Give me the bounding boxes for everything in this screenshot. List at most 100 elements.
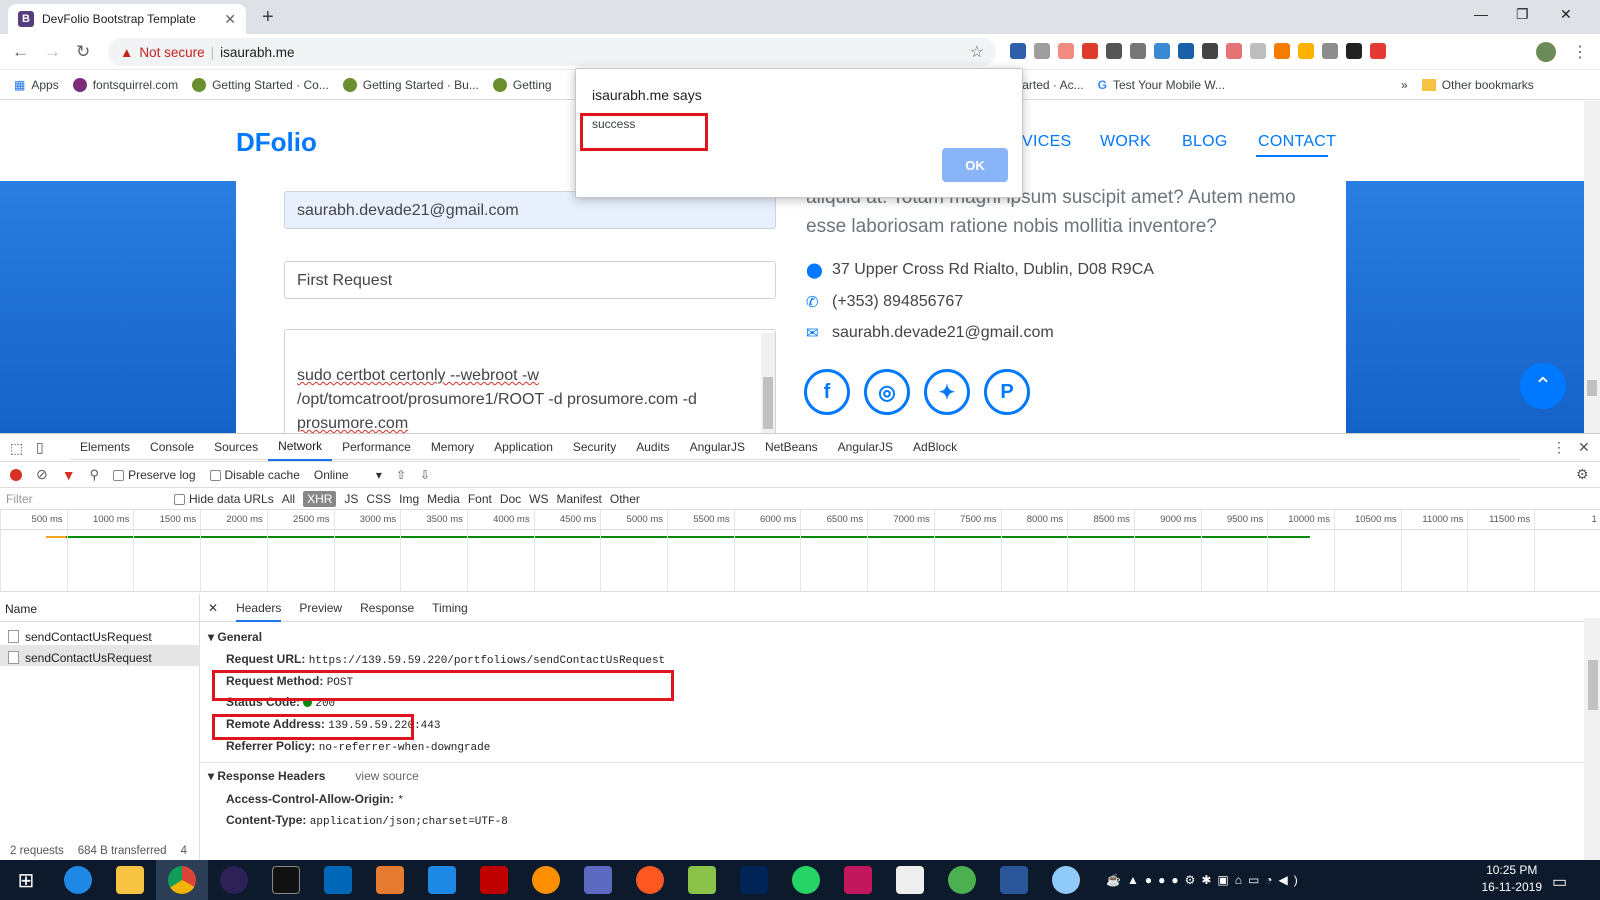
- taskbar-photos[interactable]: [884, 860, 936, 900]
- type-filter-doc[interactable]: Doc: [500, 492, 521, 506]
- type-filter-xhr[interactable]: XHR: [303, 490, 337, 507]
- adblock-extension-icon[interactable]: [1370, 43, 1386, 59]
- taskbar-word[interactable]: [988, 860, 1040, 900]
- warning-icon[interactable]: ▲: [120, 45, 133, 60]
- minimize-icon[interactable]: —: [1474, 6, 1488, 22]
- taskbar-whatsapp[interactable]: [780, 860, 832, 900]
- devtools-tab-adblock[interactable]: AdBlock: [903, 434, 967, 460]
- back-icon[interactable]: ←: [12, 42, 29, 62]
- type-filter-manifest[interactable]: Manifest: [557, 492, 602, 506]
- record-icon[interactable]: [10, 468, 22, 481]
- page-scroll-thumb[interactable]: [1587, 380, 1597, 396]
- filter-funnel-icon[interactable]: ▼: [62, 467, 76, 483]
- pinterest-icon[interactable]: P: [984, 369, 1030, 415]
- devtools-close-icon[interactable]: ✕: [1578, 439, 1590, 456]
- extension-icon[interactable]: [1034, 43, 1050, 59]
- window-close-icon[interactable]: ✕: [1560, 6, 1572, 23]
- taskbar-clock[interactable]: 10:25 PM 16-11-2019: [1482, 862, 1543, 896]
- preserve-log-checkbox[interactable]: Preserve log: [113, 468, 196, 482]
- devtools-tab-netbeans[interactable]: NetBeans: [755, 434, 828, 460]
- taskbar-app[interactable]: [572, 860, 624, 900]
- type-filter-css[interactable]: CSS: [366, 492, 391, 506]
- bookmark-other[interactable]: Other bookmarks: [1421, 78, 1534, 92]
- devtools-tab-network[interactable]: Network: [268, 433, 333, 461]
- message-textarea[interactable]: sudo certbot certonly --webroot -w /opt/…: [284, 329, 776, 433]
- disable-cache-checkbox[interactable]: Disable cache: [209, 468, 300, 482]
- system-tray-icons[interactable]: ☕▲●●●⚙✱▣⌂▭◔◀): [1106, 873, 1304, 887]
- address-bar[interactable]: ▲ Not secure | isaurabh.me ☆: [108, 38, 996, 66]
- devtools-tab-performance[interactable]: Performance: [332, 434, 421, 460]
- menu-kebab-icon[interactable]: ⋮: [1572, 42, 1588, 62]
- not-secure-label[interactable]: Not secure: [139, 45, 204, 60]
- angular-extension-icon[interactable]: [1082, 43, 1098, 59]
- export-har-icon[interactable]: ⇩: [420, 468, 430, 482]
- taskbar-cmd[interactable]: [260, 860, 312, 900]
- bookmark-star-icon[interactable]: ☆: [970, 42, 984, 62]
- start-button[interactable]: ⊞: [0, 860, 52, 900]
- extension-icon[interactable]: [1202, 43, 1218, 59]
- devtools-tab-audits[interactable]: Audits: [626, 434, 679, 460]
- detail-tab-preview[interactable]: Preview: [299, 601, 342, 615]
- taskbar-filezilla[interactable]: [468, 860, 520, 900]
- extension-icon[interactable]: [1106, 43, 1122, 59]
- twitter-icon[interactable]: ✦: [924, 369, 970, 415]
- extension-icon[interactable]: [1010, 43, 1026, 59]
- taskbar-app[interactable]: [832, 860, 884, 900]
- nav-contact[interactable]: CONTACT: [1258, 133, 1336, 151]
- bookmark-fontsquirrel[interactable]: fontsquirrel.com: [72, 77, 178, 92]
- detail-tab-timing[interactable]: Timing: [432, 601, 468, 615]
- bookmark-getting-started-1[interactable]: Getting Started · Co...: [192, 77, 329, 92]
- taskbar-paint[interactable]: [1040, 860, 1092, 900]
- bookmark-getting-started-3[interactable]: Getting: [492, 77, 552, 92]
- devtools-tab-memory[interactable]: Memory: [421, 434, 484, 460]
- clear-icon[interactable]: ⊘: [36, 466, 48, 483]
- devtools-tab-angularjs-2[interactable]: AngularJS: [828, 434, 903, 460]
- url-text[interactable]: isaurabh.me: [220, 45, 294, 60]
- filter-input[interactable]: Filter: [6, 492, 166, 506]
- extension-icon[interactable]: [1274, 43, 1290, 59]
- detail-scroll-thumb[interactable]: [1588, 660, 1598, 710]
- extension-icon[interactable]: [1346, 43, 1362, 59]
- taskbar-explorer[interactable]: [104, 860, 156, 900]
- extension-icon[interactable]: [1130, 43, 1146, 59]
- type-filter-all[interactable]: All: [282, 492, 295, 506]
- textarea-scroll-thumb[interactable]: [763, 377, 773, 429]
- devtools-tab-angularjs[interactable]: AngularJS: [680, 434, 755, 460]
- request-row[interactable]: sendContactUsRequest: [0, 624, 200, 645]
- close-detail-icon[interactable]: ✕: [208, 601, 218, 615]
- extension-icon[interactable]: [1058, 43, 1074, 59]
- devtools-menu-icon[interactable]: ⋮: [1552, 439, 1566, 456]
- taskbar-app[interactable]: [520, 860, 572, 900]
- extension-icon[interactable]: [1322, 43, 1338, 59]
- bookmark-test-mobile[interactable]: G Test Your Mobile W...: [1098, 78, 1225, 92]
- bookmarks-overflow-icon[interactable]: »: [1401, 78, 1408, 92]
- type-filter-font[interactable]: Font: [468, 492, 492, 506]
- devtools-tab-elements[interactable]: Elements: [70, 434, 140, 460]
- browser-tab[interactable]: B DevFolio Bootstrap Template ✕: [8, 4, 246, 34]
- site-brand[interactable]: DFolio: [236, 127, 317, 158]
- subject-field[interactable]: First Request: [284, 261, 776, 299]
- nav-work[interactable]: WORK: [1100, 133, 1151, 151]
- network-timeline[interactable]: 500 ms 1000 ms 1500 ms 2000 ms 2500 ms 3000 m…: [0, 510, 1600, 592]
- restore-icon[interactable]: ❐: [1516, 6, 1529, 23]
- alert-ok-button[interactable]: OK: [942, 148, 1008, 182]
- detail-tab-headers[interactable]: Headers: [236, 601, 282, 622]
- type-filter-img[interactable]: Img: [399, 492, 419, 506]
- extension-icon[interactable]: [1178, 43, 1194, 59]
- taskbar-edge[interactable]: [52, 860, 104, 900]
- network-settings-gear-icon[interactable]: ⚙: [1576, 466, 1589, 483]
- taskbar-utorrent[interactable]: [936, 860, 988, 900]
- devtools-tab-console[interactable]: Console: [140, 434, 204, 460]
- device-toolbar-icon[interactable]: ▯: [36, 439, 44, 456]
- profile-avatar[interactable]: [1536, 42, 1556, 62]
- type-filter-ws[interactable]: WS: [529, 492, 548, 506]
- type-filter-js[interactable]: JS: [344, 492, 358, 506]
- taskbar-vscode[interactable]: [312, 860, 364, 900]
- search-icon[interactable]: ⚲: [90, 467, 100, 483]
- throttling-select[interactable]: Online ▾: [314, 468, 382, 482]
- inspect-icon[interactable]: ⬚: [10, 440, 23, 457]
- bookmark-getting-started-2[interactable]: Getting Started · Bu...: [342, 77, 479, 92]
- taskbar-powershell[interactable]: [728, 860, 780, 900]
- response-headers-section-header[interactable]: ▾ Response Headers view source: [208, 769, 419, 783]
- reload-icon[interactable]: ↻: [76, 42, 90, 62]
